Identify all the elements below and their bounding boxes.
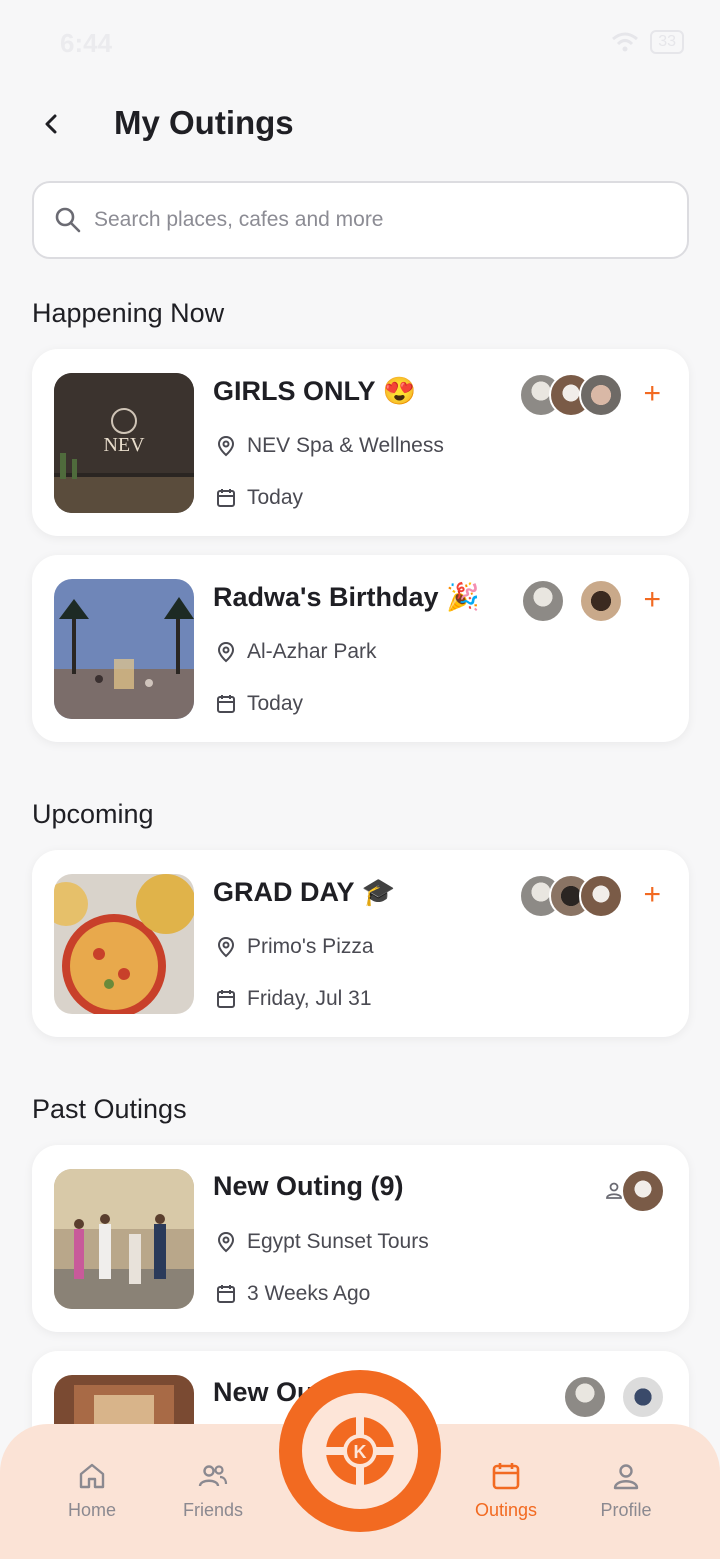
location-pin-icon: [217, 1231, 235, 1253]
status-bar: 6:44 33: [0, 0, 720, 84]
nav-home-label: Home: [67, 1500, 116, 1520]
section-title-upcoming: Upcoming: [32, 799, 154, 829]
logo-letter: K: [354, 1442, 367, 1462]
header: My Outings: [0, 94, 720, 158]
outing-date: Friday, Jul 31: [215, 987, 372, 1011]
calendar-icon: [217, 695, 235, 713]
outing-title: Radwa's Birthday 🎉: [213, 582, 480, 612]
avatar: [563, 1375, 607, 1419]
svg-text:NEV: NEV: [103, 434, 145, 456]
outing-location: Egypt Sunset Tours: [215, 1230, 429, 1254]
add-participant-button[interactable]: +: [643, 585, 661, 615]
outing-card[interactable]: NEV GIRLS ONLY 😍 NEV Spa & Wellness Toda…: [32, 349, 689, 536]
avatar: [579, 874, 623, 918]
outing-place: Primo's Pizza: [247, 935, 374, 958]
nav-friends[interactable]: Friends: [153, 1460, 273, 1521]
calendar-icon: [492, 1463, 520, 1490]
logo-badge: K: [302, 1393, 418, 1509]
status-indicators: 33: [610, 30, 684, 54]
participant-avatars[interactable]: [519, 874, 623, 918]
nav-friends-label: Friends: [182, 1500, 244, 1520]
section-title-happening-now: Happening Now: [32, 298, 225, 328]
avatar: [521, 579, 565, 623]
outing-title: GRAD DAY 🎓: [213, 877, 396, 907]
nav-outings[interactable]: Outings: [446, 1460, 566, 1521]
outing-card[interactable]: GRAD DAY 🎓 Primo's Pizza Friday, Jul 31 …: [32, 850, 689, 1037]
outing-place: NEV Spa & Wellness: [247, 434, 444, 457]
location-pin-icon: [217, 936, 235, 958]
wifi-icon: [612, 32, 639, 52]
calendar-icon: [217, 1285, 235, 1303]
outing-location: Primo's Pizza: [215, 935, 374, 959]
outing-thumbnail: [54, 874, 194, 1014]
add-participant-button[interactable]: +: [643, 880, 661, 910]
location-pin-icon: [217, 435, 235, 457]
nav-outings-label: Outings: [474, 1500, 538, 1520]
calendar-icon: [217, 990, 235, 1008]
chevron-left-icon: [45, 114, 57, 134]
outing-card[interactable]: Radwa's Birthday 🎉 Al-Azhar Park Today +: [32, 555, 689, 742]
outing-date-text: Today: [247, 692, 304, 715]
outing-thumbnail: [54, 579, 194, 719]
avatar: [579, 579, 623, 623]
outing-date: Today: [215, 486, 303, 510]
search-icon: [55, 207, 81, 233]
section-title-past-outings: Past Outings: [32, 1094, 187, 1124]
outing-date-text: Today: [247, 486, 304, 509]
add-participant-button[interactable]: +: [643, 379, 661, 409]
outing-thumbnail: NEV: [54, 373, 194, 513]
nav-profile-label: Profile: [600, 1500, 652, 1520]
outing-thumbnail: [54, 1169, 194, 1309]
avatar: [621, 1169, 665, 1213]
battery-indicator: 33: [650, 30, 684, 54]
location-pin-icon: [217, 641, 235, 663]
nav-profile[interactable]: Profile: [566, 1460, 686, 1521]
avatar: [621, 1375, 665, 1419]
outing-card[interactable]: New Outing (9) Egypt Sunset Tours 3 Week…: [32, 1145, 689, 1332]
outing-title: GIRLS ONLY 😍: [213, 376, 417, 406]
outing-date: 3 Weeks Ago: [215, 1282, 370, 1306]
search-input[interactable]: [94, 208, 654, 232]
avatar: [579, 373, 623, 417]
outing-place: Al-Azhar Park: [247, 640, 377, 663]
back-button[interactable]: [34, 106, 70, 142]
outing-title: New Outing (9): [213, 1171, 404, 1201]
status-time: 6:44: [60, 28, 113, 58]
participant-avatars[interactable]: [519, 373, 623, 417]
participant-avatars[interactable]: [603, 1169, 665, 1213]
calendar-icon: [217, 489, 235, 507]
home-icon: [79, 1463, 105, 1489]
participant-avatars[interactable]: [521, 579, 623, 623]
outing-location: Al-Azhar Park: [215, 640, 377, 664]
app-logo-icon: K: [322, 1413, 398, 1489]
outing-date-text: Friday, Jul 31: [247, 987, 372, 1010]
page-title: My Outings: [114, 104, 294, 141]
participant-avatars[interactable]: [563, 1375, 665, 1419]
profile-icon: [613, 1464, 639, 1490]
nav-home[interactable]: Home: [32, 1460, 152, 1521]
outing-date-text: 3 Weeks Ago: [247, 1282, 371, 1305]
search-bar[interactable]: [32, 181, 689, 259]
friends-icon: [198, 1465, 228, 1487]
create-outing-button[interactable]: K: [279, 1370, 441, 1532]
outing-date: Today: [215, 692, 303, 716]
outing-location: NEV Spa & Wellness: [215, 434, 444, 458]
outing-place: Egypt Sunset Tours: [247, 1230, 429, 1253]
